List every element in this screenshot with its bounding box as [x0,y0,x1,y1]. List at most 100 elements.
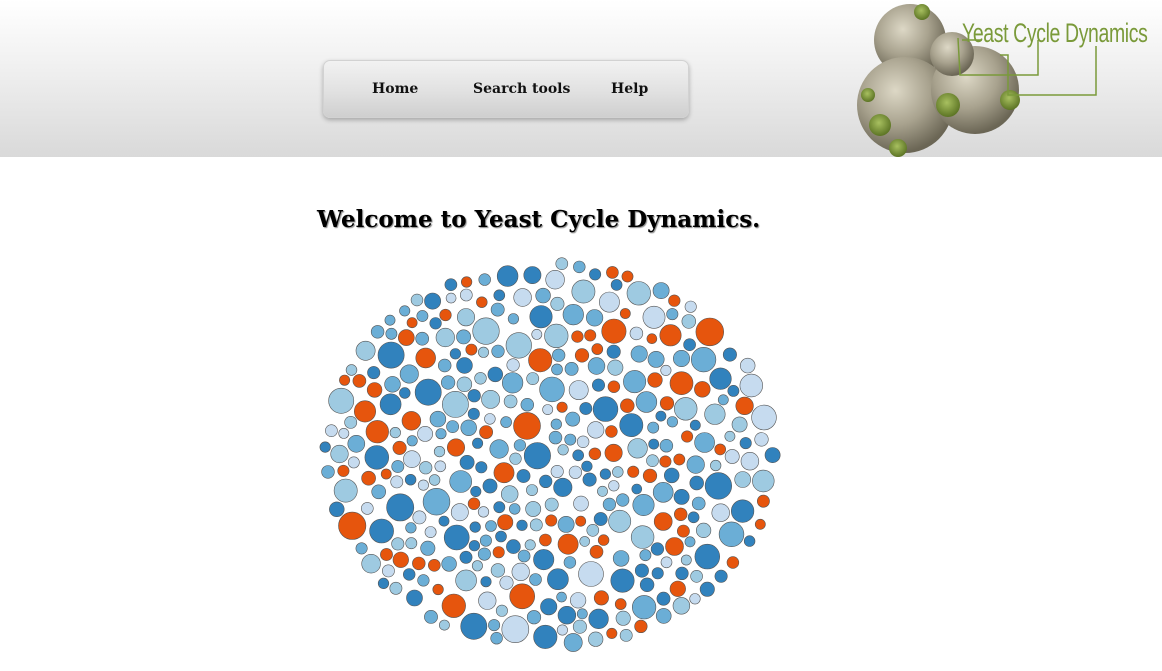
bubble[interactable] [606,266,619,279]
bubble[interactable] [405,537,418,550]
bubble[interactable] [424,609,438,624]
bubble[interactable] [724,430,736,442]
bubble[interactable] [429,317,442,330]
bubble[interactable] [321,465,335,479]
bubble[interactable] [529,518,543,532]
bubble[interactable] [588,631,604,647]
bubble[interactable] [563,633,583,652]
bubble[interactable] [598,291,620,313]
bubble[interactable] [399,305,411,317]
bubble[interactable] [578,561,604,587]
bubble[interactable] [404,474,417,486]
bubble[interactable] [573,495,589,512]
bubble[interactable] [460,612,488,640]
bubble[interactable] [401,411,422,431]
bubble[interactable] [570,592,587,609]
bubble[interactable] [399,364,419,384]
bubble[interactable] [722,347,737,362]
bubble[interactable] [450,503,469,522]
bubble[interactable] [648,438,660,450]
bubble[interactable] [599,468,612,480]
bubble[interactable] [459,454,475,470]
bubble[interactable] [642,305,666,329]
bubble[interactable] [651,567,664,580]
bubble[interactable] [435,428,447,440]
bubble[interactable] [526,372,540,386]
bubble[interactable] [513,288,532,307]
bubble[interactable] [615,610,631,626]
nav-search-tools-link[interactable]: Search tools [473,81,570,97]
bubble[interactable] [714,569,728,583]
bubble[interactable] [347,435,366,453]
bubble[interactable] [344,415,358,429]
bubble[interactable] [333,478,358,503]
bubble[interactable] [606,627,618,639]
bubble[interactable] [754,432,769,447]
bubble[interactable] [673,453,686,466]
bubble[interactable] [391,537,405,551]
bubble[interactable] [417,425,433,442]
bubble[interactable] [666,416,679,428]
bubble[interactable] [471,560,483,572]
bubble[interactable] [540,598,558,616]
bubble[interactable] [568,380,589,401]
bubble[interactable] [533,549,555,571]
bubble[interactable] [474,372,487,385]
bubble[interactable] [607,380,621,393]
bubble[interactable] [455,569,477,592]
bubble[interactable] [695,317,724,347]
bubble[interactable] [353,400,376,423]
bubble[interactable] [420,540,436,556]
bubble[interactable] [496,265,519,287]
bubble[interactable] [405,522,417,534]
bubble[interactable] [676,524,690,538]
bubble[interactable] [406,317,418,329]
bubble[interactable] [355,340,376,361]
bubble[interactable] [571,330,584,343]
bubble[interactable] [506,539,521,554]
bubble[interactable] [398,329,415,346]
bubble[interactable] [675,566,689,581]
bubble[interactable] [487,366,504,383]
bubble[interactable] [704,403,726,425]
bubble[interactable] [475,461,488,474]
bubble[interactable] [415,347,436,369]
bubble[interactable] [680,554,692,566]
bubble[interactable] [634,563,649,578]
bubble[interactable] [647,372,663,388]
bubble[interactable] [631,483,643,495]
bubble[interactable] [694,381,711,398]
bubble[interactable] [547,568,569,591]
bubble[interactable] [557,444,569,456]
bubble[interactable] [477,547,491,561]
bubble[interactable] [389,581,403,595]
bubble[interactable] [485,520,497,532]
bubble[interactable] [550,465,564,479]
bubble[interactable] [460,419,477,437]
bubble[interactable] [556,624,568,636]
bubble[interactable] [392,440,407,455]
bubble[interactable] [339,374,351,386]
bubble[interactable] [539,533,552,547]
bubble[interactable] [542,404,554,415]
bubble[interactable] [608,480,620,492]
bubble[interactable] [338,511,367,540]
bubble[interactable] [370,325,385,339]
bubble[interactable] [557,606,577,625]
bubble[interactable] [523,266,542,285]
bubble[interactable] [493,462,515,484]
bubble[interactable] [456,376,473,393]
bubble[interactable] [516,519,528,531]
bubble[interactable] [319,441,331,453]
bubble[interactable] [495,530,507,543]
bubble[interactable] [402,568,416,581]
bubble[interactable] [480,576,492,588]
bubble[interactable] [390,475,404,489]
bubble[interactable] [623,370,647,394]
bubble[interactable] [672,350,690,368]
bubble[interactable] [630,345,648,363]
bubble[interactable] [691,346,717,373]
bubble[interactable] [557,515,575,533]
bubble[interactable] [428,558,441,572]
bubble[interactable] [406,589,423,607]
